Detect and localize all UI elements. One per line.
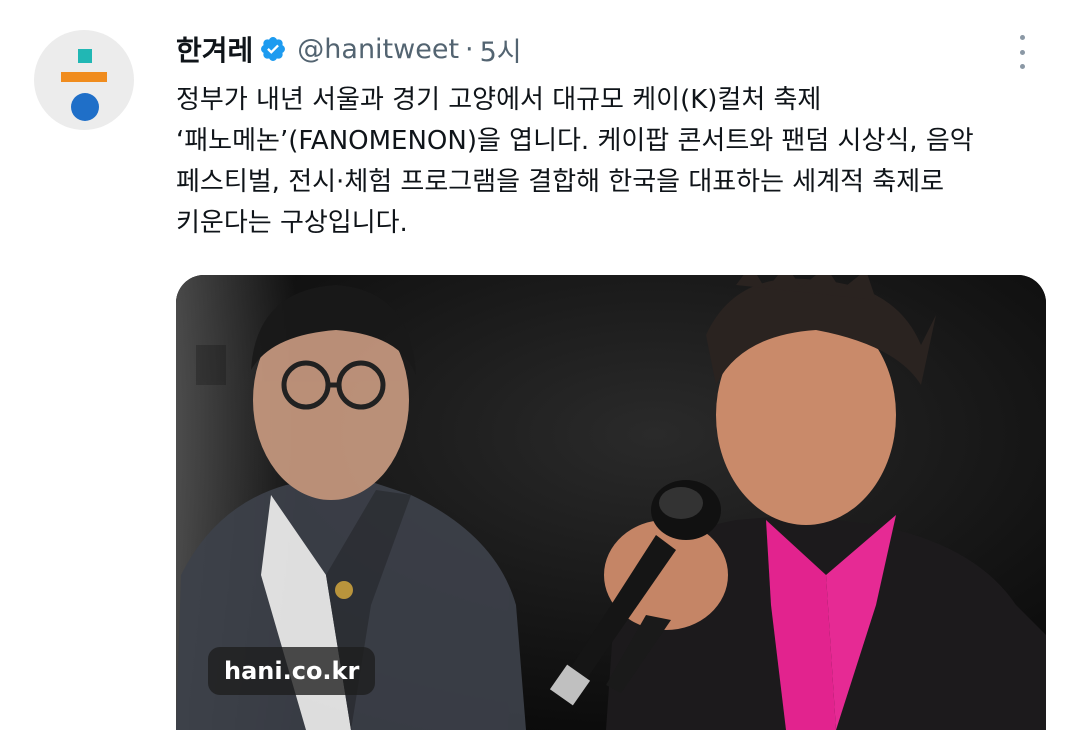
- author-name[interactable]: 한겨레: [176, 29, 253, 69]
- verified-badge-icon: [261, 37, 286, 61]
- more-vertical-icon[interactable]: [1010, 35, 1034, 69]
- source-badge: hani.co.kr: [208, 647, 376, 695]
- timestamp[interactable]: 5시: [480, 30, 522, 69]
- avatar-logo-square: [78, 49, 92, 63]
- avatar-logo-dot: [71, 93, 99, 121]
- tweet-text: 정부가 내년 서울과 경기 고양에서 대규모 케이(K)컬처 축제 ‘패노메논’…: [176, 85, 974, 238]
- tweet-image[interactable]: hani.co.kr: [176, 275, 1046, 730]
- author-handle[interactable]: @hanitweet: [297, 34, 459, 65]
- separator: ·: [465, 33, 474, 65]
- avatar[interactable]: [34, 30, 134, 130]
- avatar-logo-bar: [61, 72, 107, 82]
- tweet-header: 한겨레 @hanitweet · 5시: [176, 28, 522, 70]
